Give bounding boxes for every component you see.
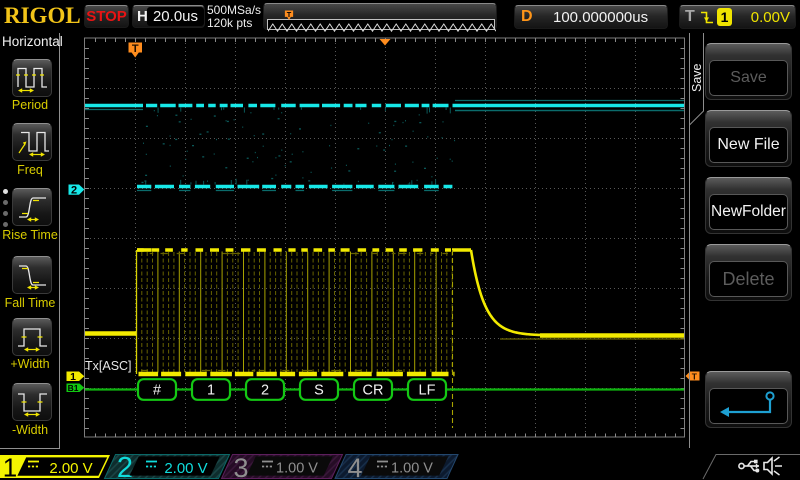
svg-text:2: 2 <box>117 452 133 480</box>
svg-text:1: 1 <box>70 371 76 383</box>
svg-text:B1: B1 <box>68 383 79 393</box>
svg-text:T: T <box>132 43 139 55</box>
svg-text:2.00 V: 2.00 V <box>49 460 92 477</box>
svg-text:1.00 V: 1.00 V <box>391 461 433 477</box>
svg-text:S: S <box>314 383 324 399</box>
svg-text:2: 2 <box>261 383 269 399</box>
svg-text:4: 4 <box>347 453 362 480</box>
svg-text:1.00 V: 1.00 V <box>276 461 318 477</box>
svg-text:Tx[ASC]: Tx[ASC] <box>85 359 132 373</box>
svg-text:2.00 V: 2.00 V <box>164 460 207 477</box>
svg-text:T: T <box>692 371 698 381</box>
svg-text:T: T <box>287 10 292 19</box>
svg-text:2: 2 <box>71 185 77 197</box>
svg-text:1: 1 <box>207 383 215 399</box>
svg-text:LF: LF <box>419 383 436 399</box>
svg-text:3: 3 <box>233 453 248 480</box>
svg-text:CR: CR <box>363 383 384 399</box>
svg-text:#: # <box>153 383 161 399</box>
svg-text:1: 1 <box>3 453 17 480</box>
